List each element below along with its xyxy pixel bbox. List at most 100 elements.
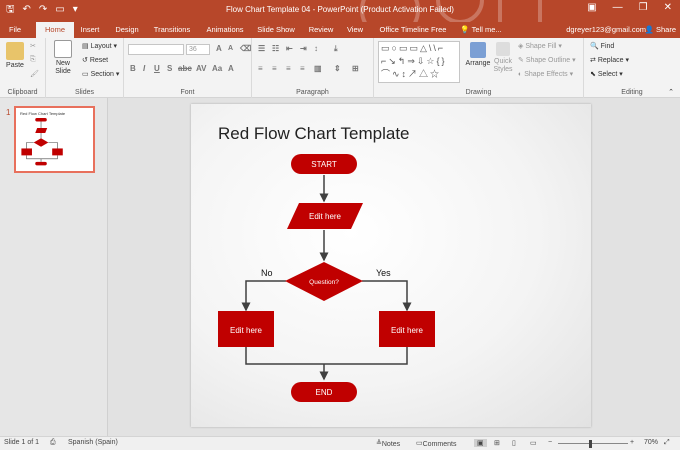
clear-format-icon[interactable]: ⌫ (240, 44, 251, 53)
zoom-slider[interactable] (558, 443, 628, 444)
minimize-button[interactable]: — (613, 2, 623, 13)
shrink-font-icon[interactable]: A (228, 45, 233, 52)
copy-icon[interactable]: ⎘ (30, 56, 36, 64)
share-button[interactable]: 👤 Share (645, 22, 676, 38)
slide-thumbnail[interactable]: Red Flow Chart Template (14, 106, 95, 173)
tab-design[interactable]: Design (112, 22, 142, 38)
decrease-indent-icon[interactable]: ⇤ (286, 44, 293, 53)
arrange-icon (470, 42, 486, 58)
no-label[interactable]: No (261, 268, 273, 278)
tab-animations[interactable]: Animations (202, 22, 248, 38)
shapes-gallery[interactable]: ▭○▭▭△\\⌐ ⌐↘↰⇒⇩☆{} ⌒∿↕↗△☆ (378, 41, 460, 83)
tab-insert[interactable]: Insert (78, 22, 102, 38)
paragraph-label: Paragraph (296, 89, 329, 96)
strikethrough-button[interactable]: abc (178, 64, 192, 73)
connector-merge[interactable] (245, 347, 408, 365)
lightbulb-icon: 💡 (460, 25, 470, 34)
paint-bucket-icon: ◈ (518, 43, 524, 50)
bold-button[interactable]: B (130, 64, 136, 73)
tab-view[interactable]: View (344, 22, 366, 38)
tab-home[interactable]: Home (36, 22, 74, 38)
slide[interactable]: Red Flow Chart Template START Edit here … (191, 104, 591, 427)
new-slide-button[interactable]: New Slide (52, 40, 74, 76)
font-size-combo[interactable]: 36 (186, 44, 210, 55)
zoom-level[interactable]: 70% (644, 439, 658, 446)
section-button[interactable]: ▭ Section ▾ (82, 70, 119, 78)
section-label: Section (90, 71, 114, 78)
language-indicator[interactable]: Spanish (Spain) (68, 439, 118, 446)
underline-button[interactable]: U (154, 64, 160, 73)
fit-slide-icon[interactable]: ⤢ (664, 439, 670, 447)
grow-font-icon[interactable]: A (216, 44, 222, 53)
restore-button[interactable]: ❐ (639, 2, 648, 13)
paste-button[interactable]: Paste (4, 42, 26, 69)
tab-transitions[interactable]: Transitions (150, 22, 194, 38)
comments-button[interactable]: ▭ Comments (416, 439, 456, 448)
font-name-combo[interactable] (128, 44, 184, 55)
increase-indent-icon[interactable]: ⇥ (300, 44, 307, 53)
paste-icon (6, 42, 24, 60)
account-name[interactable]: dgreyer123@gmail.com (566, 22, 646, 38)
smartart-icon[interactable]: ⊞ (352, 64, 359, 73)
left-process-label: Edit here (230, 326, 263, 335)
find-button[interactable]: 🔍 Find (590, 42, 614, 50)
yes-label[interactable]: Yes (376, 268, 391, 278)
format-painter-icon[interactable]: 🖌 (30, 70, 39, 78)
font-color-icon[interactable]: A (228, 64, 234, 73)
numbering-icon[interactable]: ☷ (272, 44, 279, 53)
justify-icon[interactable]: ≡ (300, 64, 305, 73)
shape-outline-button[interactable]: ✎ Shape Outline ▾ (518, 56, 576, 64)
notes-label: Notes (381, 441, 401, 448)
comments-label: Comments (422, 441, 457, 448)
align-center-icon[interactable]: ≡ (272, 64, 277, 73)
italic-button[interactable]: I (143, 64, 145, 73)
tell-me-search[interactable]: 💡 Tell me... (458, 22, 504, 38)
shadow-button[interactable]: S (167, 64, 172, 73)
reading-view-button[interactable]: ▯ (512, 439, 516, 447)
align-right-icon[interactable]: ≡ (286, 64, 291, 73)
align-left-icon[interactable]: ≡ (258, 64, 263, 73)
bullets-icon[interactable]: ☰ (258, 44, 265, 53)
quick-styles-icon (496, 42, 510, 56)
editing-label: Editing (621, 89, 643, 96)
notes-button[interactable]: ≜ Notes (376, 439, 400, 448)
line-spacing-icon[interactable]: ↕ (314, 44, 318, 53)
shape-fill-button[interactable]: ◈ Shape Fill ▾ (518, 42, 562, 50)
select-button[interactable]: ⬉ Select ▾ (590, 70, 623, 78)
reset-button[interactable]: ↺ Reset (82, 56, 108, 64)
columns-icon[interactable]: ▥ (314, 64, 322, 73)
replace-button[interactable]: ⇄ Replace ▾ (590, 56, 629, 64)
slide-thumbnail-pane: 1 Red Flow Chart Template (0, 98, 108, 436)
cut-icon[interactable]: ✂ (30, 42, 36, 50)
shape-effects-button[interactable]: ◐ Shape Effects ▾ (518, 70, 573, 78)
end-label: END (316, 388, 333, 397)
ribbon-tabs: File Home Insert Design Transitions Anim… (0, 22, 680, 38)
align-text-icon[interactable]: ⇕ (334, 64, 341, 73)
ribbon-display-icon[interactable]: ▣ (587, 2, 596, 13)
zoom-slider-thumb[interactable] (589, 440, 592, 448)
connector-decision-yes[interactable] (362, 280, 412, 312)
zoom-out-button[interactable]: − (548, 439, 552, 446)
spellcheck-icon[interactable]: ⎙ (50, 439, 56, 447)
arrange-button[interactable]: Arrange (464, 42, 492, 67)
font-label: Font (180, 89, 195, 96)
tab-review[interactable]: Review (306, 22, 336, 38)
tab-file[interactable]: File (4, 22, 26, 38)
right-process-label: Edit here (391, 326, 424, 335)
find-icon: 🔍 (590, 43, 599, 50)
zoom-in-button[interactable]: + (630, 439, 634, 446)
layout-button[interactable]: ▤ Layout ▾ (82, 42, 117, 50)
layout-label: Layout (90, 43, 112, 50)
char-spacing-icon[interactable]: AV (196, 64, 207, 73)
close-button[interactable]: ✕ (664, 2, 672, 13)
normal-view-button[interactable]: ▣ (474, 439, 487, 447)
text-direction-icon[interactable]: ⤓ (334, 44, 338, 54)
tab-slide-show[interactable]: Slide Show (256, 22, 296, 38)
change-case-icon[interactable]: Aa (212, 64, 222, 73)
quick-styles-button[interactable]: Quick Styles (492, 42, 514, 74)
connector-decision-no[interactable] (241, 280, 286, 312)
tab-office-timeline[interactable]: Office Timeline Free (378, 22, 448, 38)
collapse-ribbon-icon[interactable]: ⌃ (668, 88, 674, 96)
slideshow-view-button[interactable]: ▭ (530, 439, 537, 447)
slide-sorter-button[interactable]: ⊞ (494, 439, 500, 447)
